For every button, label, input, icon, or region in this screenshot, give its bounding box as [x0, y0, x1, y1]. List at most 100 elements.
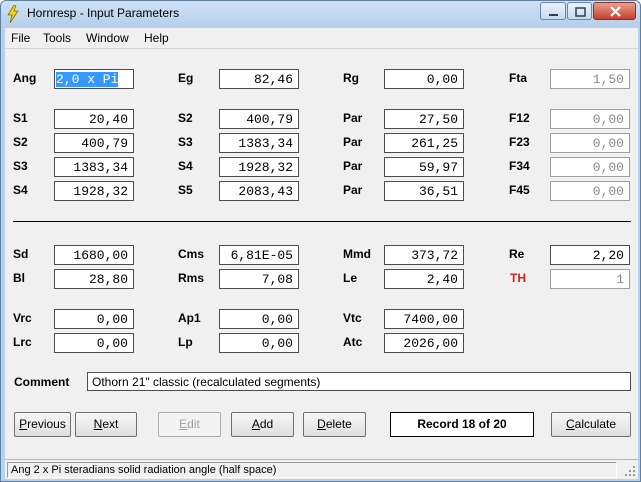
resize-grip-icon[interactable]: [624, 465, 636, 477]
label-s4-b: S4: [13, 183, 28, 197]
menu-file[interactable]: File: [11, 31, 30, 45]
menu-window[interactable]: Window: [86, 31, 129, 45]
label-bl: Bl: [13, 271, 25, 285]
field-f45[interactable]: 0,00: [550, 181, 630, 201]
field-s3-b[interactable]: 1383,34: [54, 157, 134, 177]
field-vtc[interactable]: 7400,00: [384, 309, 464, 329]
label-th: TH: [510, 271, 526, 285]
next-button[interactable]: Next: [75, 412, 137, 437]
field-ap1[interactable]: 0,00: [219, 309, 299, 329]
main-window: Hornresp - Input Parameters File Tools W…: [0, 0, 641, 482]
label-atc: Atc: [343, 335, 363, 349]
field-re[interactable]: 2,20: [550, 245, 630, 265]
field-s3-a[interactable]: 1383,34: [219, 133, 299, 153]
window-title: Hornresp - Input Parameters: [27, 6, 180, 20]
field-s5[interactable]: 2083,43: [219, 181, 299, 201]
menu-tools[interactable]: Tools: [43, 31, 71, 45]
field-mmd[interactable]: 373,72: [384, 245, 464, 265]
label-s3-a: S3: [178, 135, 193, 149]
label-lp: Lp: [178, 335, 193, 349]
edit-button-mnemonic: E: [179, 417, 188, 431]
field-bl[interactable]: 28,80: [54, 269, 134, 289]
add-button-mnemonic: A: [251, 417, 260, 431]
status-bar: Ang 2 x Pi steradians solid radiation an…: [5, 459, 638, 479]
label-rg: Rg: [343, 71, 359, 85]
previous-button-label: revious: [27, 417, 66, 431]
field-f34[interactable]: 0,00: [550, 157, 630, 177]
previous-button-mnemonic: P: [19, 417, 28, 431]
field-atc[interactable]: 2026,00: [384, 333, 464, 353]
calculate-button[interactable]: Calculate: [551, 412, 631, 437]
input-parameters-panel: Ang 2,0 x Pi Eg 82,46 Rg 0,00 Fta 1,50 S…: [5, 49, 638, 479]
maximize-icon: [575, 7, 586, 17]
delete-button[interactable]: Delete: [303, 412, 366, 437]
add-button[interactable]: Add: [231, 412, 294, 437]
field-sd[interactable]: 1680,00: [54, 245, 134, 265]
label-f45: F45: [509, 183, 530, 197]
field-ang[interactable]: 2,0 x Pi: [54, 69, 134, 89]
field-lrc[interactable]: 0,00: [54, 333, 134, 353]
label-comment: Comment: [14, 375, 70, 389]
field-f12[interactable]: 0,00: [550, 109, 630, 129]
minimize-button[interactable]: [540, 2, 566, 20]
label-s1: S1: [13, 111, 28, 125]
field-s4-b[interactable]: 1928,32: [54, 181, 134, 201]
field-s4-a[interactable]: 1928,32: [219, 157, 299, 177]
label-s5: S5: [178, 183, 193, 197]
title-bar[interactable]: Hornresp - Input Parameters: [1, 1, 640, 27]
menu-bar: File Tools Window Help: [5, 28, 638, 49]
label-rms: Rms: [178, 271, 205, 285]
field-eg[interactable]: 82,46: [219, 69, 299, 89]
field-rg[interactable]: 0,00: [384, 69, 464, 89]
field-th[interactable]: 1: [550, 269, 630, 289]
menu-help[interactable]: Help: [144, 31, 169, 45]
label-s4-a: S4: [178, 159, 193, 173]
label-par-3: Par: [343, 159, 363, 173]
field-cms[interactable]: 6,81E-05: [219, 245, 299, 265]
next-button-label: ext: [102, 417, 119, 431]
label-ap1: Ap1: [178, 311, 201, 325]
field-rms[interactable]: 7,08: [219, 269, 299, 289]
comment-field[interactable]: Othorn 21" classic (recalculated segment…: [87, 372, 631, 391]
delete-button-label: elete: [325, 417, 352, 431]
label-mmd: Mmd: [343, 247, 371, 261]
maximize-button[interactable]: [567, 2, 592, 20]
field-f23[interactable]: 0,00: [550, 133, 630, 153]
edit-button[interactable]: Edit: [158, 412, 221, 437]
label-par-4: Par: [343, 183, 363, 197]
field-s2-a[interactable]: 400,79: [219, 109, 299, 129]
field-par-3[interactable]: 59,97: [384, 157, 464, 177]
label-par-1: Par: [343, 111, 363, 125]
label-s2-b: S2: [13, 135, 28, 149]
field-s2-b[interactable]: 400,79: [54, 133, 134, 153]
field-par-1[interactable]: 27,50: [384, 109, 464, 129]
field-lp[interactable]: 0,00: [219, 333, 299, 353]
label-f12: F12: [509, 111, 530, 125]
label-par-2: Par: [343, 135, 363, 149]
label-lrc: Lrc: [13, 335, 32, 349]
record-indicator: Record 18 of 20: [390, 412, 534, 437]
label-sd: Sd: [13, 247, 29, 261]
field-fta[interactable]: 1,50: [550, 69, 630, 89]
label-eg: Eg: [178, 71, 194, 85]
add-button-label: dd: [259, 417, 274, 431]
section-divider: [13, 221, 631, 222]
label-f34: F34: [509, 159, 530, 173]
field-vrc[interactable]: 0,00: [54, 309, 134, 329]
previous-button[interactable]: Previous: [14, 412, 71, 437]
close-button[interactable]: [593, 2, 636, 20]
label-s2-a: S2: [178, 111, 193, 125]
field-par-2[interactable]: 261,25: [384, 133, 464, 153]
status-text: Ang 2 x Pi steradians solid radiation an…: [7, 462, 617, 478]
field-s1[interactable]: 20,40: [54, 109, 134, 129]
lightning-bolt-icon: [7, 5, 19, 23]
edit-button-label: dit: [187, 417, 200, 431]
calculate-button-mnemonic: C: [565, 417, 575, 431]
field-par-4[interactable]: 36,51: [384, 181, 464, 201]
field-le[interactable]: 2,40: [384, 269, 464, 289]
minimize-icon: [549, 14, 558, 16]
label-ang: Ang: [13, 71, 37, 85]
label-cms: Cms: [178, 247, 205, 261]
label-re: Re: [509, 247, 525, 261]
label-vtc: Vtc: [343, 311, 362, 325]
